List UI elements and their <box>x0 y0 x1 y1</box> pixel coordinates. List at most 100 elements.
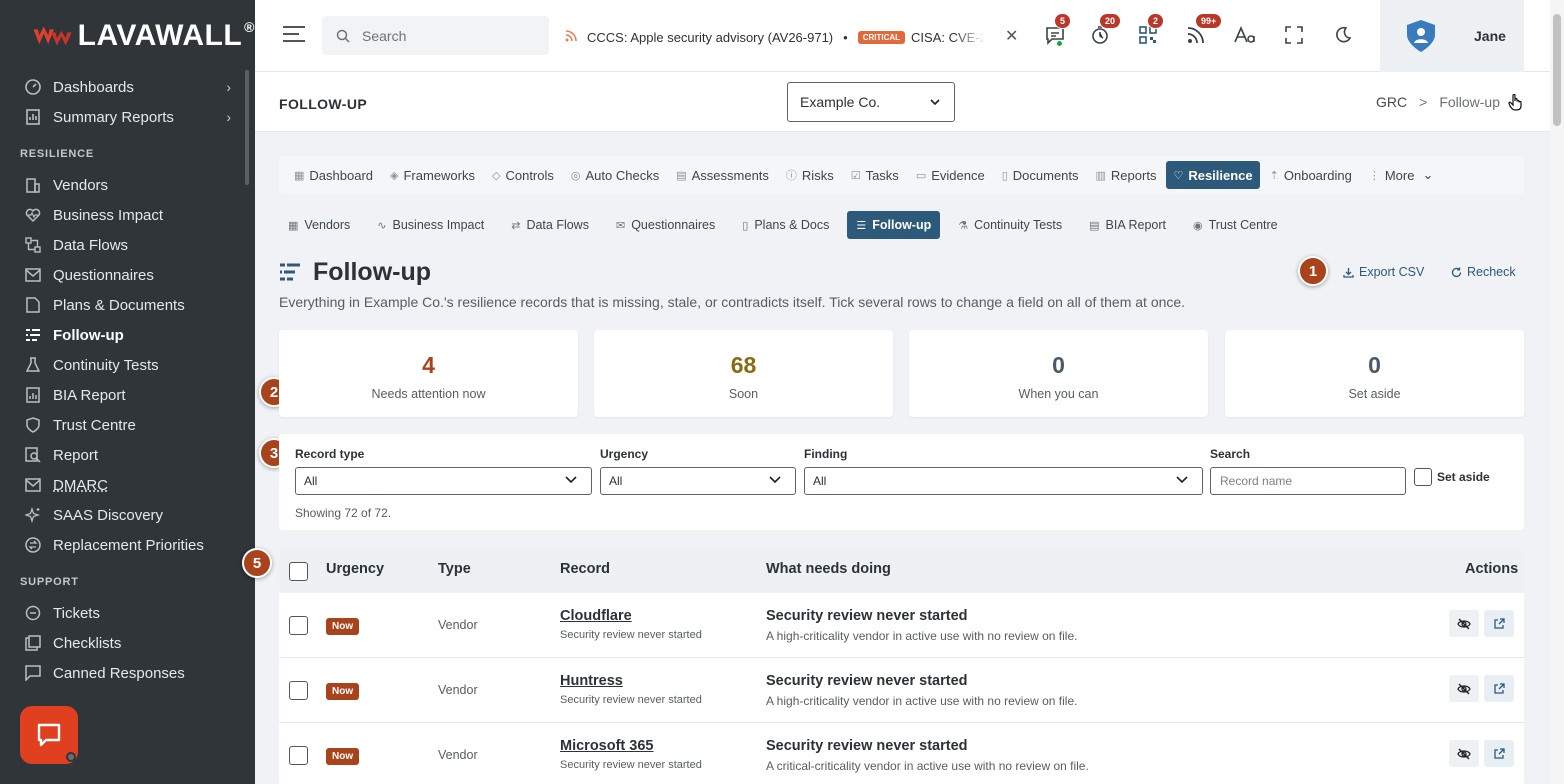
sidebar-item-questionnaires[interactable]: Questionnaires <box>0 260 255 290</box>
sidebar-item-continuity-tests[interactable]: Continuity Tests <box>0 350 255 380</box>
subtab-data-flows[interactable]: ⇄ Data Flows <box>502 211 598 239</box>
set-aside-button[interactable] <box>1449 740 1479 767</box>
sidebar-item-plans-documents[interactable]: Plans & Documents <box>0 290 255 320</box>
user-menu[interactable]: Jane <box>1380 0 1524 72</box>
tab-risks[interactable]: ⓘ Risks <box>779 161 841 189</box>
set-aside-button[interactable] <box>1449 610 1479 637</box>
column-header-type[interactable]: Type <box>438 561 471 577</box>
breadcrumb-separator: > <box>1419 94 1428 110</box>
tour-marker[interactable]: 1 <box>1298 256 1328 286</box>
brand-logo[interactable]: LAVAWALL ® <box>0 0 255 72</box>
subtab-continuity-tests[interactable]: ⚗ Continuity Tests <box>949 211 1072 239</box>
action-title: Security review never started <box>766 673 968 689</box>
tab-evidence[interactable]: ▭ Evidence <box>909 161 992 189</box>
row-checkbox[interactable] <box>289 746 308 765</box>
urgency-select[interactable]: All <box>600 467 796 495</box>
sidebar-item-dmarc[interactable]: DMARC <box>0 470 255 500</box>
sidebar-item-checklists[interactable]: Checklists <box>0 628 255 658</box>
tab-resilience[interactable]: ♡ Resilience <box>1166 161 1260 189</box>
tab-label: Reports <box>1110 167 1157 183</box>
sidebar-item-vendors[interactable]: Vendors <box>0 170 255 200</box>
tab-tasks[interactable]: ☑ Tasks <box>844 161 906 189</box>
sidebar-scrollbar[interactable] <box>245 70 249 185</box>
tour-marker[interactable]: 5 <box>242 548 272 578</box>
subtab-vendors[interactable]: ▦ Vendors <box>279 211 360 239</box>
company-select[interactable]: Example Co. <box>787 82 955 122</box>
sidebar-item-canned-responses[interactable]: Canned Responses <box>0 658 255 688</box>
topbar: Search CCCS: Apple security advisory (AV… <box>255 0 1550 72</box>
subtab-plans-and-docs[interactable]: ▯ Plans & Docs <box>733 211 839 239</box>
sidebar-item-data-flows[interactable]: Data Flows <box>0 230 255 260</box>
subtab-questionnaires[interactable]: ✉ Questionnaires <box>606 211 725 239</box>
sidebar-item-tickets[interactable]: Tickets <box>0 598 255 628</box>
sidebar-item-replacement-priorities[interactable]: Replacement Priorities <box>0 530 255 560</box>
qr-button[interactable]: 2 <box>1135 13 1165 48</box>
open-record-button[interactable] <box>1484 740 1514 767</box>
tab-onboarding[interactable]: ⇡ Onboarding <box>1263 161 1359 189</box>
tab-frameworks[interactable]: ◈ Frameworks <box>383 161 482 189</box>
stat-card-soon[interactable]: 68 Soon <box>594 330 893 417</box>
news-ticker[interactable]: CCCS: Apple security advisory (AV26-971)… <box>565 26 985 48</box>
select-all-checkbox[interactable] <box>289 562 308 581</box>
tab-documents[interactable]: ▯ Documents <box>995 161 1086 189</box>
finding-select[interactable]: All <box>804 467 1203 495</box>
hamburger-menu-icon[interactable] <box>283 26 305 47</box>
urgency-label: Urgency <box>600 447 649 461</box>
controls-tab-icon: ◇ <box>492 169 501 182</box>
row-checkbox[interactable] <box>289 616 308 635</box>
search-input[interactable]: Search <box>322 16 549 55</box>
tab-reports[interactable]: ▥ Reports <box>1089 161 1164 189</box>
breadcrumb-root[interactable]: GRC <box>1376 94 1407 110</box>
dark-mode-button[interactable] <box>1330 22 1356 48</box>
finding-label: Finding <box>804 447 848 461</box>
fullscreen-button[interactable] <box>1281 22 1307 48</box>
tab-auto-checks[interactable]: ◎ Auto Checks <box>564 161 666 189</box>
font-size-button[interactable] <box>1232 22 1258 48</box>
sidebar-item-saas-discovery[interactable]: SAAS Discovery <box>0 500 255 530</box>
sidebar-item-bia-report[interactable]: BIA Report <box>0 380 255 410</box>
tab-dashboard[interactable]: ▦ Dashboard <box>287 161 380 189</box>
sidebar-item-follow-up[interactable]: Follow-up <box>0 320 255 350</box>
tab-controls[interactable]: ◇ Controls <box>485 161 561 189</box>
sidebar-item-report[interactable]: Report <box>0 440 255 470</box>
page-scrollbar[interactable] <box>1550 0 1564 784</box>
sidebar-item-dashboards[interactable]: Dashboards › <box>0 72 255 102</box>
chat-launcher-button[interactable] <box>20 706 78 764</box>
heart-pulse-icon <box>24 206 42 224</box>
subtab-bia-report[interactable]: ▤ BIA Report <box>1080 211 1175 239</box>
tab-more[interactable]: ⋮ More ⌄ <box>1362 161 1441 189</box>
column-header-record[interactable]: Record <box>560 561 610 577</box>
open-record-button[interactable] <box>1484 675 1514 702</box>
messages-button[interactable]: 5 <box>1042 13 1072 48</box>
export-csv-label: Export CSV <box>1359 265 1425 279</box>
sidebar-item-trust-centre[interactable]: Trust Centre <box>0 410 255 440</box>
record-search-input[interactable]: Record name <box>1210 467 1406 495</box>
feeds-button[interactable]: 99+ <box>1183 13 1223 48</box>
set-aside-button[interactable] <box>1449 675 1479 702</box>
column-header-what-needs-doing: What needs doing <box>766 561 891 577</box>
tab-assessments[interactable]: ▤ Assessments <box>669 161 776 189</box>
row-checkbox[interactable] <box>289 681 308 700</box>
record-link[interactable]: Huntress <box>560 673 623 689</box>
record-finding: Security review never started <box>560 629 702 641</box>
stat-card-when-you-can[interactable]: 0 When you can <box>909 330 1208 417</box>
stat-card-set-aside[interactable]: 0 Set aside <box>1225 330 1524 417</box>
ticker-close-icon[interactable]: ✕ <box>1005 26 1018 46</box>
stat-card-now[interactable]: 4 Needs attention now <box>279 330 578 417</box>
export-csv-button[interactable]: Export CSV <box>1334 260 1434 284</box>
column-header-urgency[interactable]: Urgency <box>326 561 384 577</box>
set-aside-checkbox[interactable] <box>1414 468 1432 486</box>
alerts-button[interactable]: 20 <box>1087 13 1122 48</box>
subtab-follow-up[interactable]: ☰ Follow-up <box>847 211 941 239</box>
sidebar-item-business-impact[interactable]: Business Impact <box>0 200 255 230</box>
sidebar-item-summary-reports[interactable]: Summary Reports › <box>0 102 255 132</box>
record-type-select[interactable]: All <box>295 467 592 495</box>
table-row: Now Vendor Microsoft 365 Security review… <box>279 723 1524 784</box>
open-record-button[interactable] <box>1484 610 1514 637</box>
subtab-business-impact[interactable]: ∿ Business Impact <box>368 211 494 239</box>
subtab-trust-centre[interactable]: ◉ Trust Centre <box>1184 211 1287 239</box>
recheck-button[interactable]: Recheck <box>1442 260 1525 284</box>
ticker-item[interactable]: CCCS: Apple security advisory (AV26-971) <box>587 30 833 45</box>
record-link[interactable]: Cloudflare <box>560 608 632 624</box>
record-link[interactable]: Microsoft 365 <box>560 738 653 754</box>
